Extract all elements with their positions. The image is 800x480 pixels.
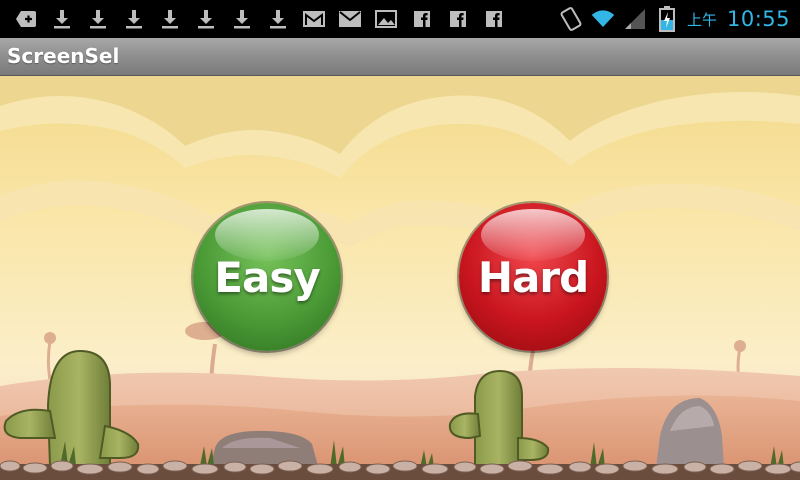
notification-icons bbox=[14, 0, 506, 38]
hard-button[interactable]: Hard bbox=[459, 203, 607, 351]
gmail-icon bbox=[302, 7, 326, 31]
add-icon bbox=[14, 7, 38, 31]
email-icon bbox=[338, 7, 362, 31]
download-icon bbox=[230, 7, 254, 31]
easy-button[interactable]: Easy bbox=[193, 203, 341, 351]
download-icon bbox=[194, 7, 218, 31]
download-icon bbox=[158, 7, 182, 31]
title-bar: ScreenSel bbox=[0, 38, 800, 76]
background-illustration bbox=[0, 76, 800, 480]
system-icons: 上午 10:55 bbox=[559, 0, 790, 38]
download-icon bbox=[266, 7, 290, 31]
wifi-icon bbox=[591, 7, 615, 31]
hard-button-label: Hard bbox=[477, 252, 589, 302]
easy-button-label: Easy bbox=[214, 252, 320, 302]
download-icon bbox=[86, 7, 110, 31]
image-icon bbox=[374, 7, 398, 31]
game-background bbox=[0, 76, 800, 480]
download-icon bbox=[50, 7, 74, 31]
facebook-icon bbox=[410, 7, 434, 31]
clock-time: 10:55 bbox=[726, 7, 790, 31]
rotation-icon bbox=[559, 7, 583, 31]
app-title: ScreenSel bbox=[7, 44, 120, 68]
status-bar: 上午 10:55 bbox=[0, 0, 800, 38]
signal-icon bbox=[623, 7, 647, 31]
battery-charging-icon bbox=[655, 6, 679, 32]
facebook-icon bbox=[482, 7, 506, 31]
facebook-icon bbox=[446, 7, 470, 31]
clock-ampm: 上午 bbox=[686, 10, 717, 29]
download-icon bbox=[122, 7, 146, 31]
